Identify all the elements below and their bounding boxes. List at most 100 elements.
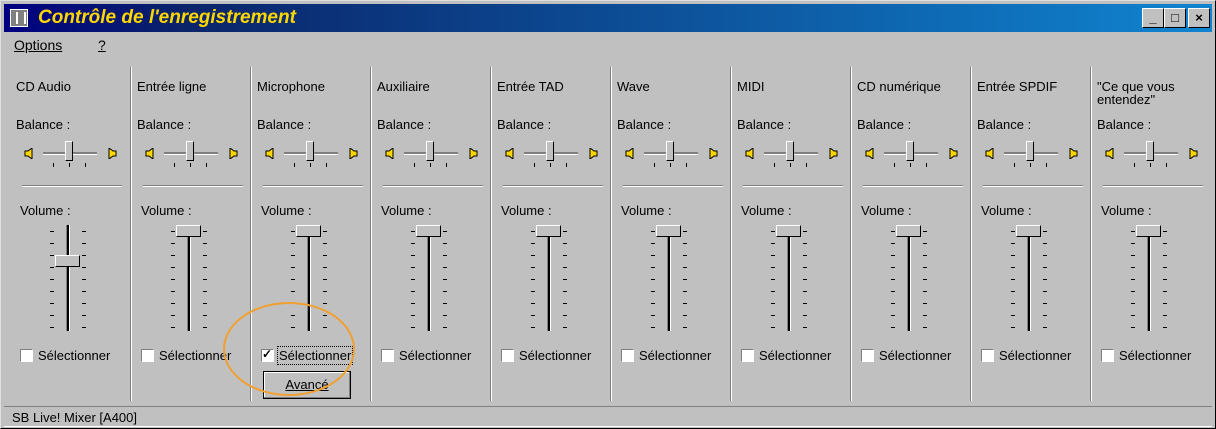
balance-thumb[interactable] <box>906 141 914 161</box>
volume-thumb[interactable] <box>416 225 441 237</box>
speaker-left-icon <box>985 147 996 160</box>
select-checkbox[interactable] <box>141 349 154 363</box>
balance-slider[interactable] <box>1004 137 1058 167</box>
balance-thumb[interactable] <box>666 141 674 161</box>
volume-tick <box>323 303 327 304</box>
volume-thumb[interactable] <box>896 225 921 237</box>
select-checkbox[interactable] <box>981 349 994 363</box>
select-label[interactable]: Sélectionner <box>276 346 354 366</box>
select-checkbox-row[interactable]: Sélectionner <box>501 347 591 365</box>
volume-slider[interactable] <box>527 225 571 331</box>
balance-slider[interactable] <box>764 137 818 167</box>
app-icon[interactable] <box>10 9 28 27</box>
volume-thumb[interactable] <box>536 225 561 237</box>
select-checkbox[interactable] <box>741 349 754 363</box>
balance-thumb[interactable] <box>1026 141 1034 161</box>
select-checkbox-row[interactable]: Sélectionner <box>20 347 110 365</box>
volume-tick <box>411 255 415 256</box>
balance-thumb[interactable] <box>1146 141 1154 161</box>
balance-thumb[interactable] <box>426 141 434 161</box>
select-checkbox[interactable] <box>1101 349 1114 363</box>
balance-tick <box>790 163 791 167</box>
channel-strip: Entrée ligne Balance : Volume : Sélectionne… <box>130 67 250 401</box>
balance-thumb[interactable] <box>306 141 314 161</box>
volume-slider[interactable] <box>287 225 331 331</box>
volume-thumb[interactable] <box>1136 225 1161 237</box>
select-checkbox-row[interactable]: Sélectionner <box>141 347 231 365</box>
select-label[interactable]: Sélectionner <box>999 348 1071 363</box>
balance-label: Balance : <box>617 117 672 132</box>
select-label[interactable]: Sélectionner <box>519 348 591 363</box>
balance-slider[interactable] <box>284 137 338 167</box>
volume-track <box>307 225 311 331</box>
speaker-left-icon <box>1105 147 1116 160</box>
volume-slider[interactable] <box>1127 225 1171 331</box>
volume-thumb[interactable] <box>656 225 681 237</box>
volume-tick <box>891 255 895 256</box>
volume-tick <box>891 243 895 244</box>
select-checkbox[interactable] <box>261 347 274 363</box>
volume-slider[interactable] <box>46 225 90 331</box>
select-checkbox-row[interactable]: Sélectionner <box>261 346 354 366</box>
volume-slider[interactable] <box>167 225 211 331</box>
balance-slider[interactable] <box>644 137 698 167</box>
volume-tick <box>323 327 327 328</box>
volume-slider[interactable] <box>407 225 451 331</box>
volume-thumb[interactable] <box>1016 225 1041 237</box>
volume-tick <box>923 327 927 328</box>
balance-thumb[interactable] <box>786 141 794 161</box>
advanced-button[interactable]: Avancé <box>263 371 351 399</box>
select-checkbox-row[interactable]: Sélectionner <box>621 347 711 365</box>
menu-options[interactable]: Options <box>14 37 62 53</box>
select-label[interactable]: Sélectionner <box>639 348 711 363</box>
volume-tick <box>82 255 86 256</box>
title-bar[interactable]: Contrôle de l'enregistrement _ □ × <box>4 4 1212 32</box>
volume-tick <box>563 303 567 304</box>
balance-slider[interactable] <box>524 137 578 167</box>
select-label[interactable]: Sélectionner <box>879 348 951 363</box>
balance-thumb[interactable] <box>186 141 194 161</box>
volume-tick <box>1163 327 1167 328</box>
balance-slider[interactable] <box>43 137 97 167</box>
balance-slider[interactable] <box>404 137 458 167</box>
channel-name: Microphone <box>257 79 325 94</box>
volume-tick <box>443 255 447 256</box>
select-checkbox-row[interactable]: Sélectionner <box>381 347 471 365</box>
volume-slider[interactable] <box>1007 225 1051 331</box>
select-checkbox-row[interactable]: Sélectionner <box>981 347 1071 365</box>
volume-thumb[interactable] <box>55 255 80 267</box>
select-checkbox[interactable] <box>20 349 33 363</box>
select-checkbox[interactable] <box>861 349 874 363</box>
volume-tick <box>683 291 687 292</box>
maximize-button[interactable]: □ <box>1164 8 1186 28</box>
volume-slider[interactable] <box>887 225 931 331</box>
balance-slider[interactable] <box>884 137 938 167</box>
balance-thumb[interactable] <box>546 141 554 161</box>
channel-strip: CD numérique Balance : Volume : Sélectionne… <box>850 67 970 401</box>
volume-tick <box>203 303 207 304</box>
volume-thumb[interactable] <box>776 225 801 237</box>
volume-tick <box>651 291 655 292</box>
balance-slider[interactable] <box>1124 137 1178 167</box>
select-checkbox-row[interactable]: Sélectionner <box>861 347 951 365</box>
minimize-button[interactable]: _ <box>1142 8 1164 28</box>
select-checkbox-row[interactable]: Sélectionner <box>1101 347 1191 365</box>
volume-thumb[interactable] <box>296 225 321 237</box>
volume-tick <box>171 279 175 280</box>
volume-thumb[interactable] <box>176 225 201 237</box>
select-checkbox-row[interactable]: Sélectionner <box>741 347 831 365</box>
select-checkbox[interactable] <box>501 349 514 363</box>
balance-thumb[interactable] <box>65 141 73 161</box>
select-label[interactable]: Sélectionner <box>1119 348 1191 363</box>
volume-slider[interactable] <box>767 225 811 331</box>
select-label[interactable]: Sélectionner <box>38 348 110 363</box>
select-label[interactable]: Sélectionner <box>399 348 471 363</box>
volume-slider[interactable] <box>647 225 691 331</box>
menu-help[interactable]: ? <box>98 37 106 53</box>
select-label[interactable]: Sélectionner <box>159 348 231 363</box>
balance-slider[interactable] <box>164 137 218 167</box>
select-label[interactable]: Sélectionner <box>759 348 831 363</box>
select-checkbox[interactable] <box>621 349 634 363</box>
close-button[interactable]: × <box>1188 8 1210 28</box>
select-checkbox[interactable] <box>381 349 394 363</box>
